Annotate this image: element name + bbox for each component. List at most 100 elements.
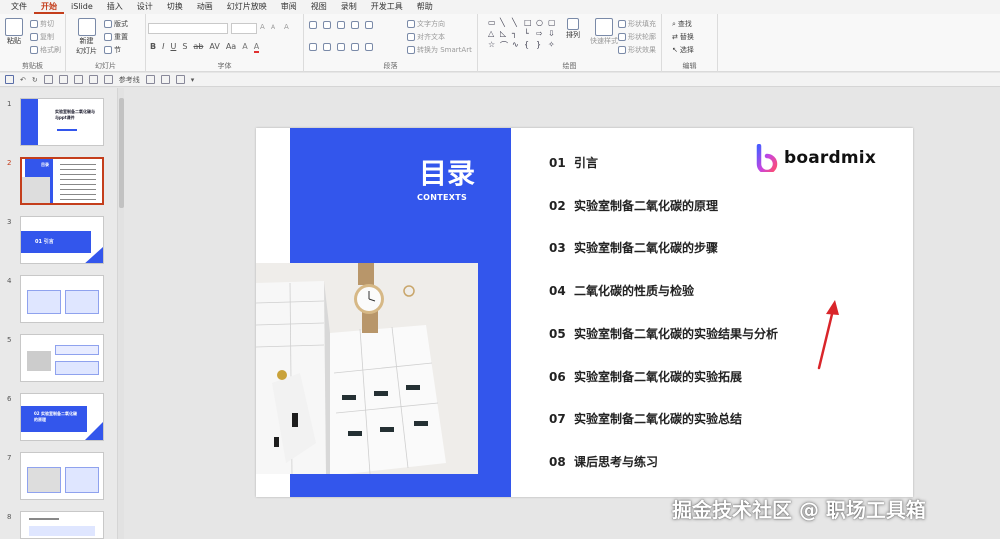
save-icon[interactable] [5, 75, 14, 84]
shadow-button[interactable]: S [182, 42, 187, 53]
thumbnail-row[interactable]: 5 [0, 334, 117, 386]
columns-icon[interactable] [365, 43, 373, 51]
smartart-button[interactable]: 转换为 SmartArt [407, 45, 472, 55]
toc-item[interactable]: 04 二氧化碳的性质与检验 [549, 282, 694, 299]
menu-help[interactable]: 帮助 [410, 0, 440, 14]
undo-icon[interactable]: ↶ [20, 76, 26, 84]
menu-animations[interactable]: 动画 [190, 0, 220, 14]
bold-button[interactable]: B [150, 42, 156, 53]
select-button[interactable]: ↖ 选择 [672, 45, 694, 55]
menu-view[interactable]: 视图 [304, 0, 334, 14]
toc-item[interactable]: 08 课后思考与练习 [549, 453, 658, 470]
toc-item[interactable]: 03 实验室制备二氧化碳的步骤 [549, 239, 718, 256]
find-button[interactable]: ⌕ 查找 [672, 19, 692, 29]
menu-record[interactable]: 录制 [334, 0, 364, 14]
format-icon[interactable] [58, 75, 68, 84]
group-icon[interactable] [145, 75, 155, 84]
slideshow-icon[interactable] [43, 75, 53, 84]
thumbnail-scrollbar[interactable] [117, 88, 124, 539]
menu-review[interactable]: 审阅 [274, 0, 304, 14]
thumbnail-8[interactable] [20, 511, 104, 539]
toc-item[interactable]: 06 实验室制备二氧化碳的实验拓展 [549, 368, 742, 385]
menu-file[interactable]: 文件 [4, 0, 34, 14]
slide-subtitle[interactable]: CONTEXTS [417, 193, 467, 202]
reset-button[interactable]: 重置 [104, 32, 128, 42]
toc-item[interactable]: 05 实验室制备二氧化碳的实验结果与分析 [549, 325, 778, 342]
toc-item[interactable]: 01 引言 [549, 154, 598, 171]
thumbnail-row[interactable]: 2 目录 [0, 157, 117, 209]
strikethrough-button[interactable]: ab [193, 42, 203, 53]
thumbnail-row[interactable]: 6 02 实验室制备二氧化碳的原理 [0, 393, 117, 445]
toc-item[interactable]: 02 实验室制备二氧化碳的原理 [549, 197, 718, 214]
toc-item[interactable]: 07 实验室制备二氧化碳的实验总结 [549, 410, 742, 427]
menu-developer[interactable]: 开发工具 [364, 0, 410, 14]
shape-outline-button[interactable]: 形状轮廓 [618, 32, 656, 42]
thumbnail-row[interactable]: 1 实验室制备二氧化碳与与ppt课件 [0, 98, 117, 150]
align-left-icon[interactable] [309, 43, 317, 51]
shrink-font-button[interactable]: A [271, 24, 275, 31]
justify-icon[interactable] [351, 43, 359, 51]
thumbnail-3[interactable]: 01 引言 [20, 216, 104, 264]
align-right-icon[interactable] [337, 43, 345, 51]
text-direction-button[interactable]: 文字方向 [407, 19, 445, 29]
thumbnail-row[interactable]: 8 [0, 511, 117, 539]
layout-button[interactable]: 版式 [104, 19, 128, 29]
increase-indent-icon[interactable] [351, 21, 359, 29]
arrange-button[interactable]: 排列 [566, 18, 580, 40]
thumbnail-7[interactable] [20, 452, 104, 500]
numbering-icon[interactable] [323, 21, 331, 29]
align-icon[interactable] [73, 75, 83, 84]
cut-button[interactable]: 剪切 [30, 19, 54, 29]
replace-button[interactable]: ⇄ 替换 [672, 32, 694, 42]
thumbnail-row[interactable]: 7 [0, 452, 117, 504]
scrollbar-thumb[interactable] [119, 98, 124, 208]
thumbnail-row[interactable]: 4 [0, 275, 117, 327]
menu-transitions[interactable]: 切换 [160, 0, 190, 14]
menu-islide[interactable]: iSlide [64, 0, 100, 14]
quick-styles-button[interactable]: 快速样式 [590, 18, 618, 46]
decrease-indent-icon[interactable] [337, 21, 345, 29]
font-color-button[interactable]: A [253, 42, 260, 53]
menu-home[interactable]: 开始 [34, 0, 64, 14]
grow-font-button[interactable]: A [260, 23, 265, 31]
thumbnail-2-selected[interactable]: 目录 [20, 157, 104, 205]
shape-effects-button[interactable]: 形状效果 [618, 45, 656, 55]
menu-insert[interactable]: 插入 [100, 0, 130, 14]
shape-icon[interactable] [88, 75, 98, 84]
notebook-watch-photo[interactable] [256, 263, 478, 474]
paste-button[interactable]: 粘贴 [5, 18, 23, 46]
clear-format-button[interactable]: A [284, 23, 289, 31]
highlight-button[interactable]: A [242, 42, 247, 53]
reference-line-checkbox[interactable] [103, 75, 113, 84]
align-text-button[interactable]: 对齐文本 [407, 32, 445, 42]
picture-icon[interactable] [160, 75, 170, 84]
customize-icon[interactable]: ▾ [191, 76, 195, 84]
font-name-dropdown[interactable] [148, 23, 228, 34]
bullets-icon[interactable] [309, 21, 317, 29]
char-spacing-button[interactable]: AV [209, 42, 219, 53]
thumbnail-4[interactable] [20, 275, 104, 323]
format-painter-button[interactable]: 格式刷 [30, 45, 61, 55]
thumbnail-row[interactable]: 3 01 引言 [0, 216, 117, 268]
new-slide-button[interactable]: 新建 幻灯片 [76, 18, 97, 56]
align-center-icon[interactable] [323, 43, 331, 51]
redo-icon[interactable]: ↻ [32, 76, 38, 84]
line-spacing-icon[interactable] [365, 21, 373, 29]
boardmix-logo[interactable]: boardmix [756, 144, 876, 172]
section-button[interactable]: 节 [104, 45, 121, 55]
shapes-gallery[interactable]: ▭ ╲ ╲ □ ○ ▢ △ ◺ ┐ └ ⇨ ⇩ ☆ ⌒ ∿ {} ✧ [488, 18, 560, 51]
current-slide[interactable]: 目录 CONTEXTS 01 引言 02 实验室制备二氧化碳的原理 03 实验室… [256, 128, 913, 497]
menu-design[interactable]: 设计 [130, 0, 160, 14]
copy-style-icon[interactable] [175, 75, 185, 84]
slide-title[interactable]: 目录 [419, 152, 475, 192]
thumbnail-1[interactable]: 实验室制备二氧化碳与与ppt课件 [20, 98, 104, 146]
thumbnail-6[interactable]: 02 实验室制备二氧化碳的原理 [20, 393, 104, 441]
font-size-dropdown[interactable] [231, 23, 257, 34]
shape-fill-button[interactable]: 形状填充 [618, 19, 656, 29]
underline-button[interactable]: U [170, 42, 176, 53]
thumbnail-5[interactable] [20, 334, 104, 382]
menu-slideshow[interactable]: 幻灯片放映 [220, 0, 274, 14]
copy-button[interactable]: 复制 [30, 32, 54, 42]
italic-button[interactable]: I [162, 42, 164, 53]
change-case-button[interactable]: Aa [226, 42, 236, 53]
